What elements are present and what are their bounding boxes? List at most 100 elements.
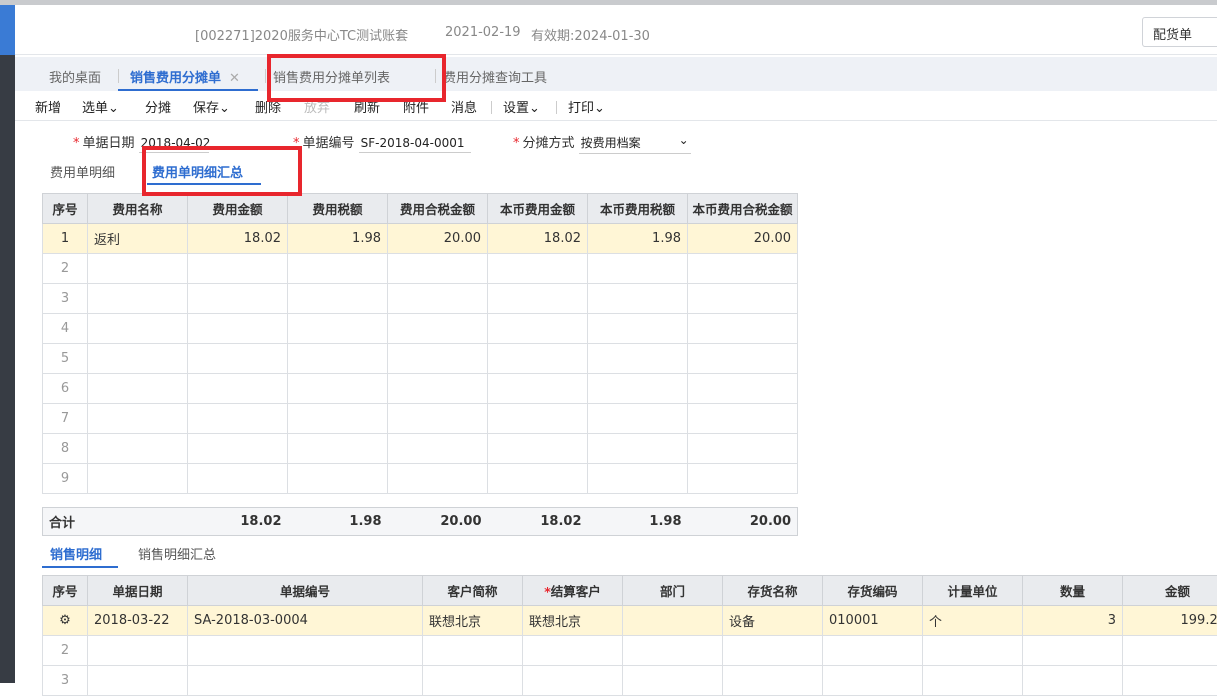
close-icon[interactable]: ✕: [229, 71, 240, 86]
table-cell[interactable]: [388, 464, 488, 494]
table-cell[interactable]: [388, 284, 488, 314]
table-cell[interactable]: [688, 404, 798, 434]
column-header[interactable]: 本币费用金额: [488, 194, 588, 224]
table-cell[interactable]: [488, 314, 588, 344]
column-header[interactable]: 费用税额: [288, 194, 388, 224]
row-index[interactable]: 3: [43, 284, 88, 314]
row-index[interactable]: 2: [43, 254, 88, 284]
column-header[interactable]: 单据日期: [88, 576, 188, 606]
table-row[interactable]: 3: [43, 284, 798, 314]
table-cell[interactable]: [688, 434, 798, 464]
column-header[interactable]: 单据编号: [188, 576, 423, 606]
table-cell[interactable]: [488, 344, 588, 374]
table-cell[interactable]: 1.98: [288, 224, 388, 254]
table-cell[interactable]: [488, 374, 588, 404]
table-cell[interactable]: [823, 636, 923, 666]
table-cell[interactable]: 1.98: [588, 224, 688, 254]
document-number-field[interactable]: SF-2018-04-0001: [359, 136, 471, 153]
table-cell[interactable]: [423, 666, 523, 696]
row-index[interactable]: 8: [43, 434, 88, 464]
column-header[interactable]: *结算客户: [523, 576, 623, 606]
table-row[interactable]: 3: [43, 666, 1217, 696]
table-cell[interactable]: [723, 636, 823, 666]
table-cell[interactable]: [88, 404, 188, 434]
table-cell[interactable]: [288, 434, 388, 464]
match-order-button[interactable]: 配货单: [1142, 17, 1217, 47]
table-cell[interactable]: [688, 254, 798, 284]
table-cell[interactable]: [188, 284, 288, 314]
table-cell[interactable]: 18.02: [188, 224, 288, 254]
allocation-method-select[interactable]: 按费用档案⌄: [579, 134, 691, 154]
table-cell[interactable]: [623, 636, 723, 666]
table-cell[interactable]: [388, 254, 488, 284]
table-cell[interactable]: [923, 666, 1023, 696]
table-cell[interactable]: [388, 404, 488, 434]
table-row[interactable]: 5: [43, 344, 798, 374]
table-cell[interactable]: 199.23: [1123, 606, 1217, 636]
table-cell[interactable]: [288, 254, 388, 284]
table-cell[interactable]: [588, 284, 688, 314]
table-cell[interactable]: [88, 636, 188, 666]
table-cell[interactable]: [523, 636, 623, 666]
table-row[interactable]: 7: [43, 404, 798, 434]
table-cell[interactable]: [288, 284, 388, 314]
table-row[interactable]: 1返利18.021.9820.0018.021.9820.00: [43, 224, 798, 254]
tab-sales-detail[interactable]: 销售明细: [50, 544, 102, 563]
table-row[interactable]: 2: [43, 636, 1217, 666]
allocate-button[interactable]: 分摊: [145, 97, 171, 116]
table-cell[interactable]: 设备: [723, 606, 823, 636]
table-cell[interactable]: [388, 314, 488, 344]
table-cell[interactable]: [688, 344, 798, 374]
column-header[interactable]: 客户简称: [423, 576, 523, 606]
table-row[interactable]: 2: [43, 254, 798, 284]
table-cell[interactable]: [623, 606, 723, 636]
table-cell[interactable]: 返利: [88, 224, 188, 254]
tab-desktop[interactable]: 我的桌面: [49, 67, 101, 86]
table-cell[interactable]: 3: [1023, 606, 1123, 636]
table-cell[interactable]: [188, 254, 288, 284]
table-cell[interactable]: [88, 434, 188, 464]
table-cell[interactable]: 联想北京: [423, 606, 523, 636]
row-index[interactable]: 2: [43, 636, 88, 666]
settings-button[interactable]: 设置⌄: [503, 97, 540, 116]
table-cell[interactable]: [188, 374, 288, 404]
column-header[interactable]: 存货名称: [723, 576, 823, 606]
column-header[interactable]: 本币费用税额: [588, 194, 688, 224]
table-cell[interactable]: [288, 374, 388, 404]
table-cell[interactable]: [688, 374, 798, 404]
table-cell[interactable]: [188, 404, 288, 434]
select-order-button[interactable]: 选单⌄: [82, 97, 119, 116]
row-index[interactable]: 1: [43, 224, 88, 254]
table-cell[interactable]: [1023, 666, 1123, 696]
tab-expense-detail[interactable]: 费用单明细: [50, 162, 115, 181]
table-cell[interactable]: [188, 636, 423, 666]
row-action-cell[interactable]: ⚙: [43, 606, 88, 636]
row-index[interactable]: 5: [43, 344, 88, 374]
tab-sales-detail-summary[interactable]: 销售明细汇总: [138, 544, 216, 563]
row-index[interactable]: 3: [43, 666, 88, 696]
tab-expense-allocation-query[interactable]: 费用分摊查询工具: [443, 67, 547, 86]
table-cell[interactable]: [1023, 636, 1123, 666]
table-cell[interactable]: [1123, 666, 1217, 696]
table-cell[interactable]: [588, 314, 688, 344]
table-cell[interactable]: [688, 284, 798, 314]
column-header[interactable]: 费用合税金额: [388, 194, 488, 224]
tab-sales-expense-allocation[interactable]: 销售费用分摊单✕: [130, 67, 240, 86]
column-header[interactable]: 数量: [1023, 576, 1123, 606]
row-index[interactable]: 9: [43, 464, 88, 494]
table-cell[interactable]: 个: [923, 606, 1023, 636]
table-row[interactable]: 8: [43, 434, 798, 464]
table-cell[interactable]: [688, 464, 798, 494]
table-cell[interactable]: 20.00: [688, 224, 798, 254]
row-index[interactable]: 7: [43, 404, 88, 434]
table-cell[interactable]: [388, 344, 488, 374]
table-cell[interactable]: 010001: [823, 606, 923, 636]
left-nav-active[interactable]: [0, 5, 15, 55]
message-button[interactable]: 消息: [451, 97, 477, 116]
table-cell[interactable]: [88, 374, 188, 404]
table-cell[interactable]: [188, 434, 288, 464]
table-cell[interactable]: [188, 666, 423, 696]
table-cell[interactable]: [588, 254, 688, 284]
table-cell[interactable]: [288, 464, 388, 494]
table-cell[interactable]: 联想北京: [523, 606, 623, 636]
